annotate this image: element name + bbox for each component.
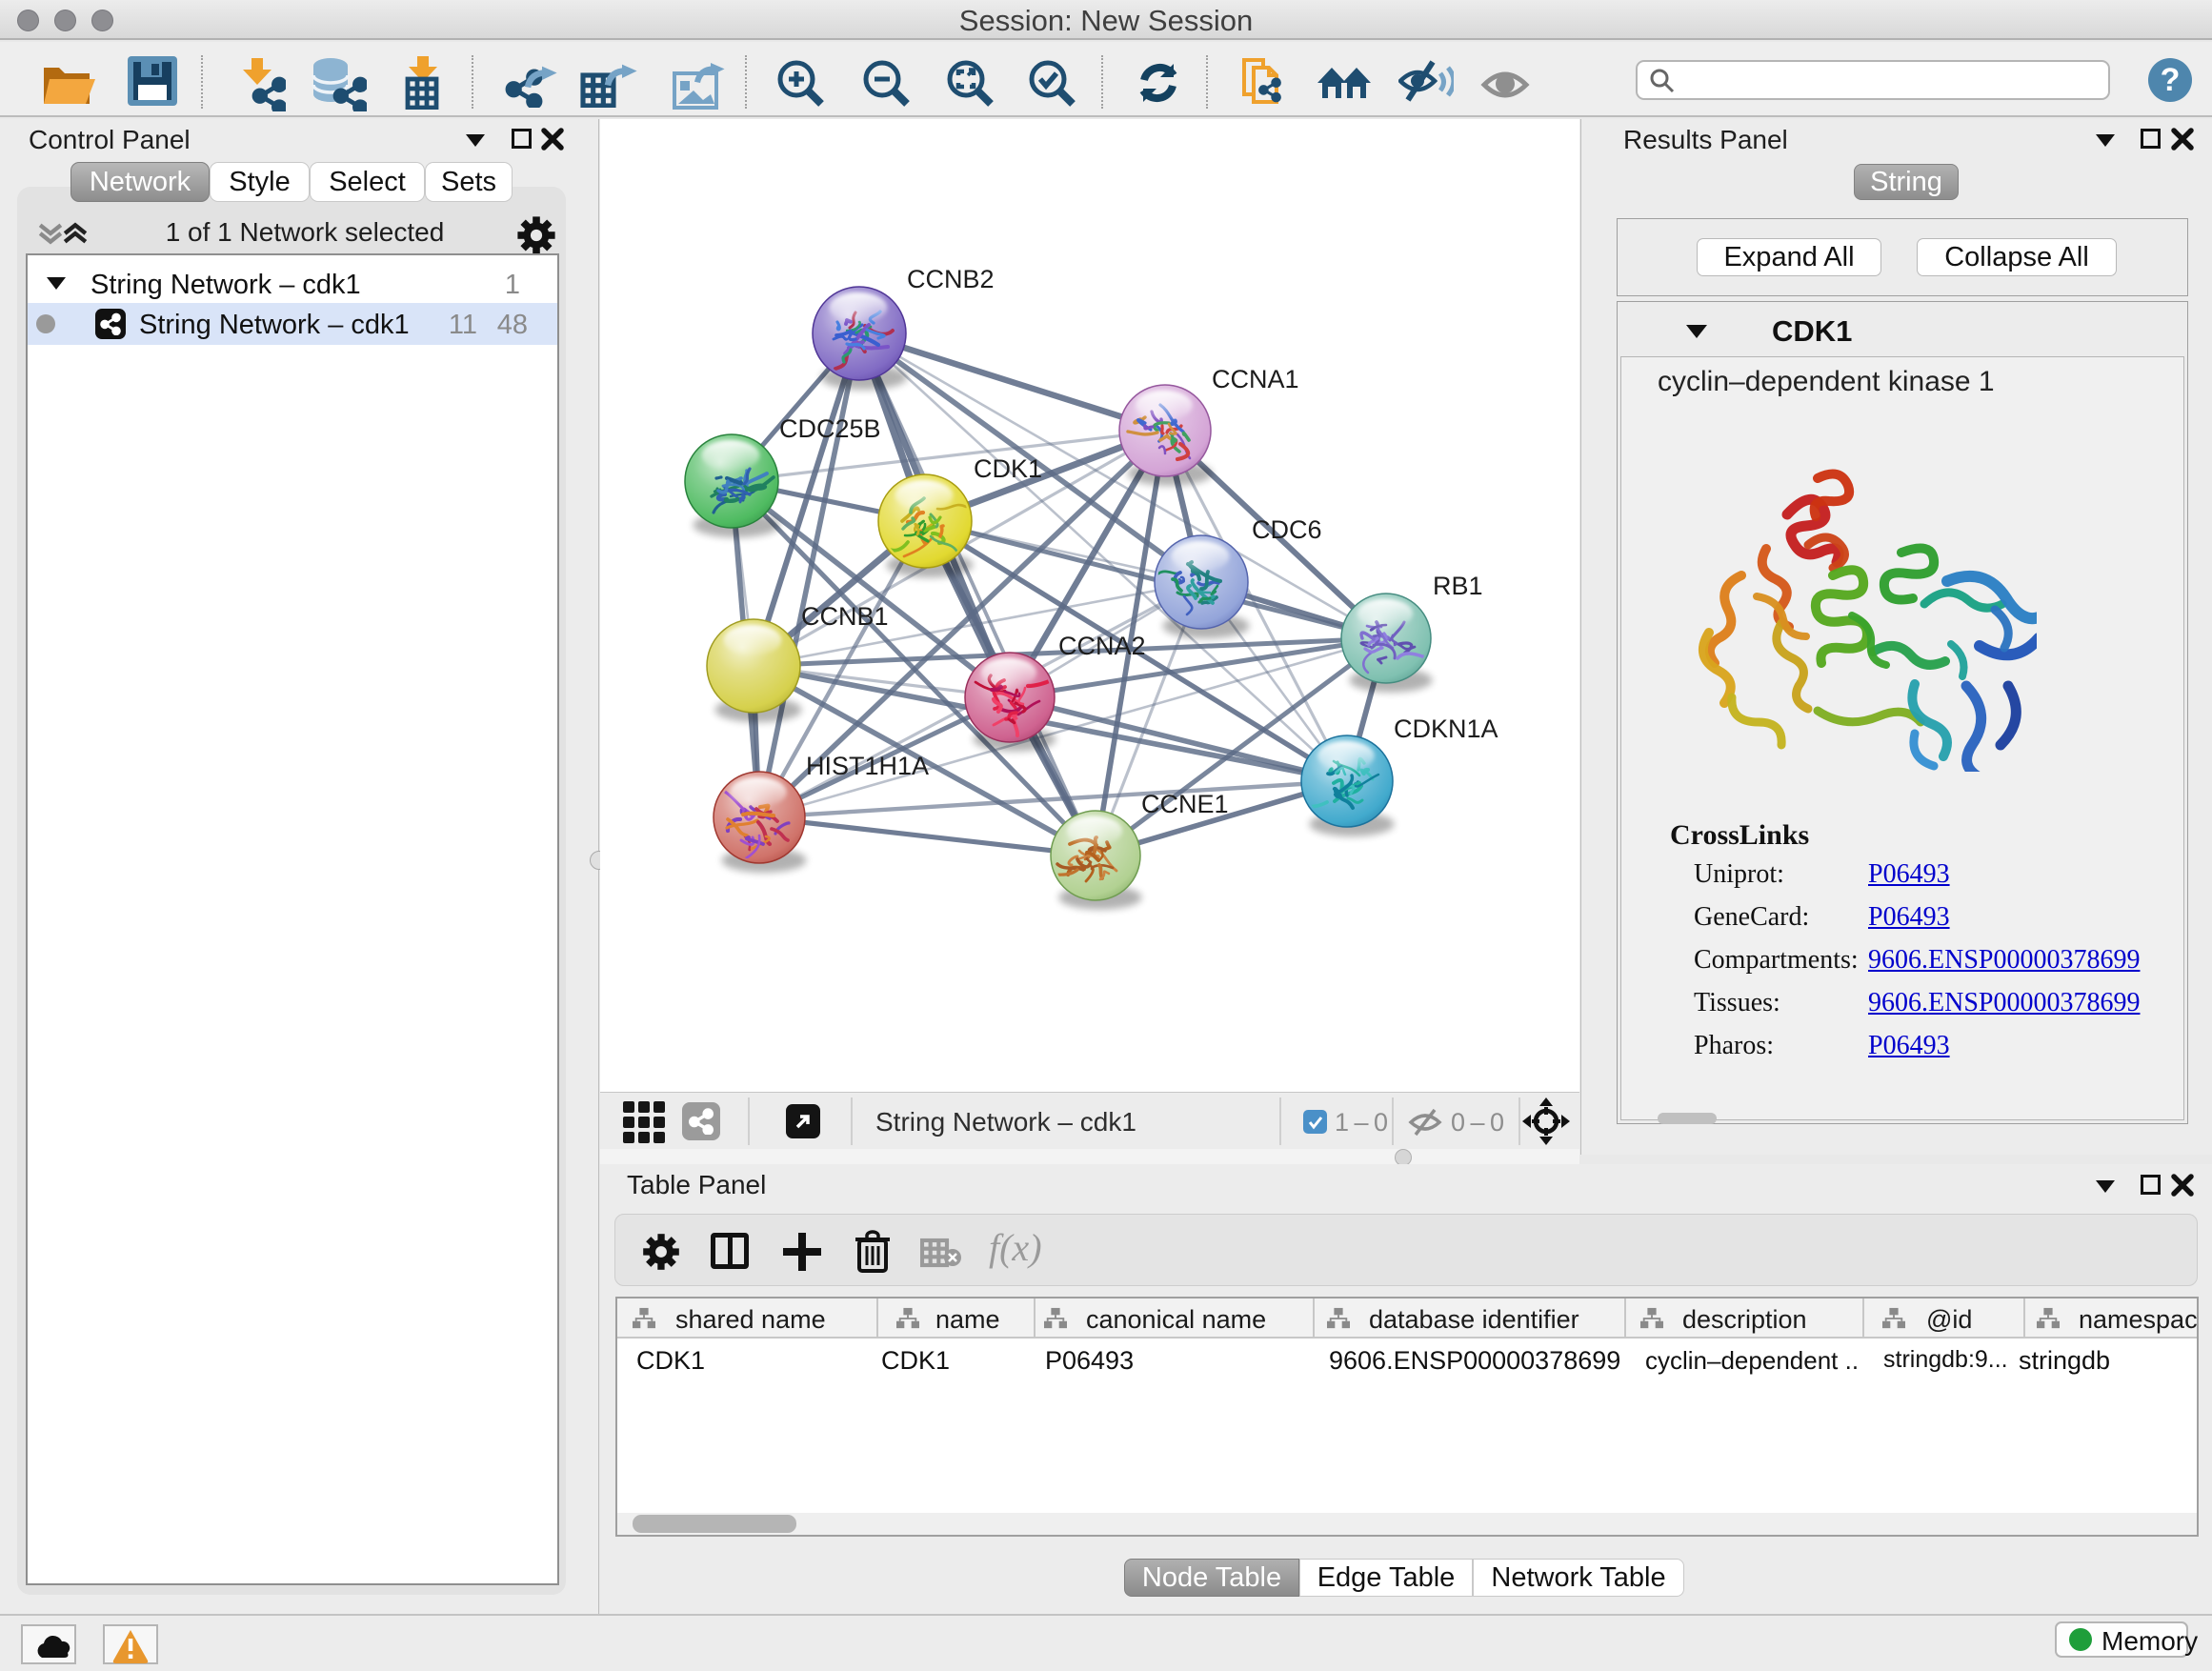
svg-text:CCNB2: CCNB2 bbox=[907, 265, 995, 293]
svg-text:CDKN1A: CDKN1A bbox=[1394, 715, 1498, 743]
svg-text:CCNE1: CCNE1 bbox=[1141, 790, 1229, 818]
svg-text:HIST1H1A: HIST1H1A bbox=[806, 752, 929, 780]
svg-text:CCNA1: CCNA1 bbox=[1212, 365, 1299, 393]
svg-text:CDC6: CDC6 bbox=[1252, 515, 1322, 544]
svg-text:CDK1: CDK1 bbox=[974, 454, 1042, 483]
svg-text:CCNA2: CCNA2 bbox=[1058, 632, 1146, 660]
svg-text:CCNB1: CCNB1 bbox=[801, 602, 889, 631]
svg-text:CDC25B: CDC25B bbox=[779, 414, 881, 443]
svg-text:RB1: RB1 bbox=[1433, 572, 1483, 600]
